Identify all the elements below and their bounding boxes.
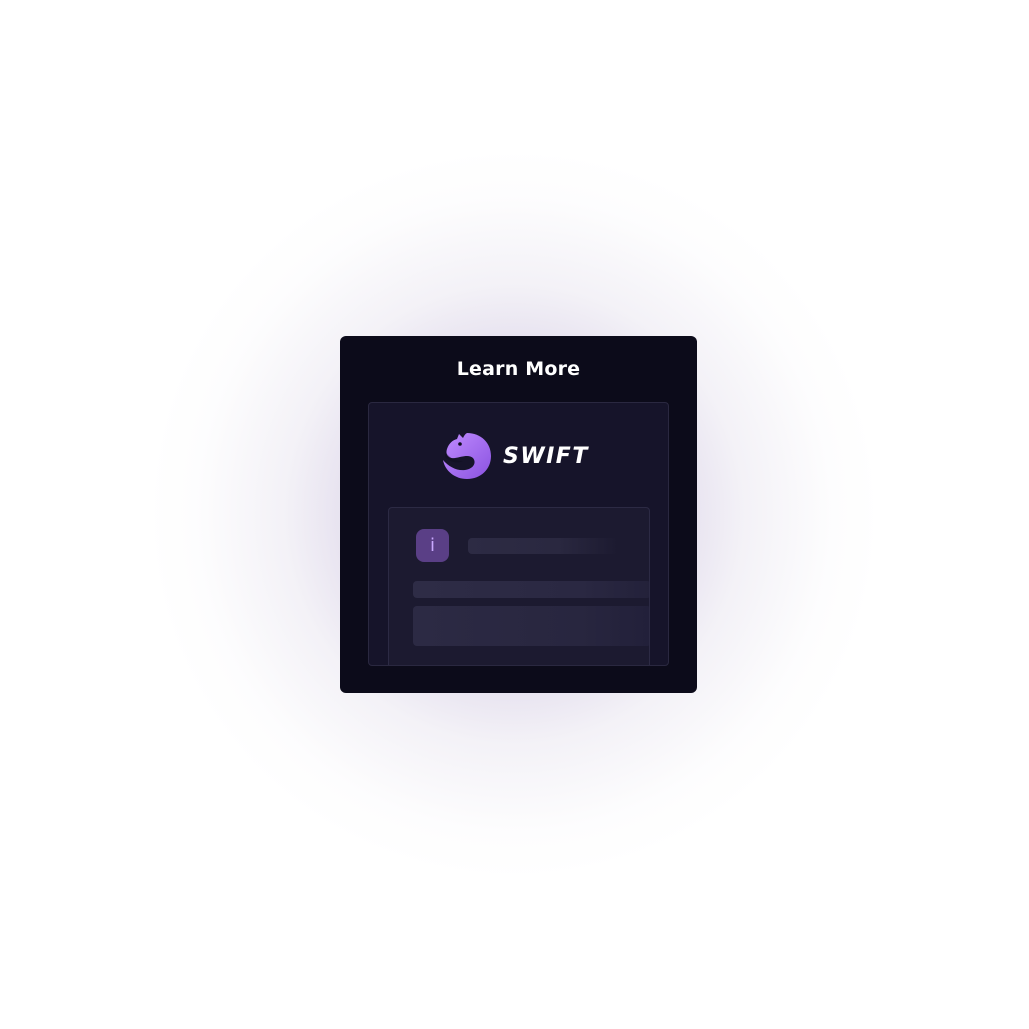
brand-lockup: SWIFT	[441, 431, 589, 481]
info-icon: i	[416, 529, 449, 562]
card-title: Learn More	[456, 358, 581, 380]
learn-more-card[interactable]: Learn More SWIFT i	[340, 336, 697, 693]
info-card-skeleton: i	[388, 507, 650, 665]
skeleton-title-line	[468, 538, 618, 554]
skeleton-text-block	[413, 606, 649, 646]
page-background: Learn More SWIFT i	[0, 0, 1029, 1029]
brand-name: SWIFT	[503, 443, 589, 469]
preview-panel: SWIFT i	[368, 402, 669, 666]
swift-serpent-logo-icon	[443, 433, 491, 479]
skeleton-text-line	[413, 581, 649, 598]
